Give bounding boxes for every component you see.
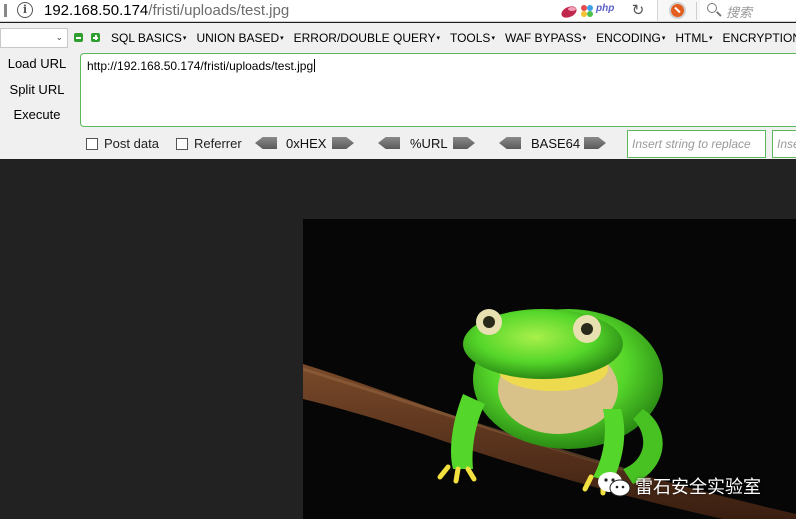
watermark-text: 雷石安全实验室 (635, 477, 761, 498)
replace-with-input[interactable]: Insert (772, 130, 796, 158)
flower-addon-icon[interactable] (580, 2, 594, 19)
hackbar-select[interactable]: ⌄ (0, 28, 68, 48)
menu-html[interactable]: HTML▾ (675, 31, 712, 45)
menu-encoding[interactable]: ENCODING▾ (596, 31, 665, 45)
browser-window: i 192.168.50.174/fristi/uploads/test.jpg… (0, 0, 796, 519)
menu-waf-bypass[interactable]: WAF BYPASS▾ (505, 31, 586, 45)
menu-sql-basics[interactable]: SQL BASICS▾ (111, 31, 186, 45)
tab-edge-marker (4, 4, 7, 17)
block-addon-icon[interactable] (669, 2, 686, 19)
hex-decode-arrow-icon[interactable] (255, 137, 277, 149)
menu-encryption[interactable]: ENCRYPTION (723, 31, 796, 45)
execute-button[interactable]: Execute (0, 107, 74, 122)
hex-label: 0xHEX (286, 136, 327, 151)
search-box[interactable]: 搜索 (700, 0, 796, 21)
base64-decode-arrow-icon[interactable] (499, 137, 521, 149)
url-decode-arrow-icon[interactable] (378, 137, 400, 149)
load-url-button[interactable]: Load URL (0, 56, 74, 71)
slingshot-addon-icon[interactable] (560, 2, 580, 19)
url-path: /fristi/uploads/test.jpg (148, 2, 290, 19)
url-field[interactable]: i 192.168.50.174/fristi/uploads/test.jpg… (0, 0, 658, 21)
url-host: 192.168.50.174 (44, 2, 149, 19)
url-textarea-value: http://192.168.50.174/fristi/uploads/tes… (87, 59, 314, 73)
base64-encode-arrow-icon[interactable] (584, 137, 606, 149)
remove-button-icon[interactable] (74, 33, 83, 42)
menu-union-based[interactable]: UNION BASED▾ (196, 31, 283, 45)
referrer-label: Referrer (194, 136, 242, 151)
hex-encode-arrow-icon[interactable] (332, 137, 354, 149)
wechat-icon (598, 472, 631, 497)
replace-string-input[interactable]: Insert string to replace (627, 130, 766, 158)
php-badge[interactable]: php (596, 3, 614, 14)
text-caret (314, 59, 316, 72)
address-bar: i 192.168.50.174/fristi/uploads/test.jpg… (0, 0, 796, 22)
hackbar-url-textarea[interactable]: http://192.168.50.174/fristi/uploads/tes… (80, 53, 796, 127)
reload-icon[interactable]: ↻ (628, 1, 648, 21)
add-button-icon[interactable] (91, 33, 100, 42)
base64-label: BASE64 (531, 136, 581, 151)
url-text[interactable]: 192.168.50.174/fristi/uploads/test.jpg (44, 1, 289, 20)
url-encode-arrow-icon[interactable] (453, 137, 475, 149)
chevron-down-icon: ⌄ (55, 32, 63, 42)
search-placeholder: 搜索 (726, 6, 753, 21)
referrer-checkbox[interactable] (176, 138, 188, 150)
search-icon (707, 3, 717, 13)
watermark: 雷石安全实验室 (597, 470, 761, 500)
toolbar-separator (696, 2, 697, 20)
url-encode-label: %URL (410, 136, 448, 151)
page-content: 雷石安全实验室 (0, 160, 796, 519)
site-info-icon[interactable]: i (17, 2, 33, 18)
hackbar-panel: ⌄ SQL BASICS▾ UNION BASED▾ ERROR/DOUBLE QU… (0, 23, 796, 159)
post-data-label: Post data (104, 136, 159, 151)
menu-tools[interactable]: TOOLS▾ (450, 31, 495, 45)
post-data-checkbox[interactable] (86, 138, 98, 150)
hackbar-menubar: SQL BASICS▾ UNION BASED▾ ERROR/DOUBLE QUER… (111, 31, 796, 45)
menu-error-double-query[interactable]: ERROR/DOUBLE QUERY▾ (294, 31, 440, 45)
split-url-button[interactable]: Split URL (0, 82, 74, 97)
